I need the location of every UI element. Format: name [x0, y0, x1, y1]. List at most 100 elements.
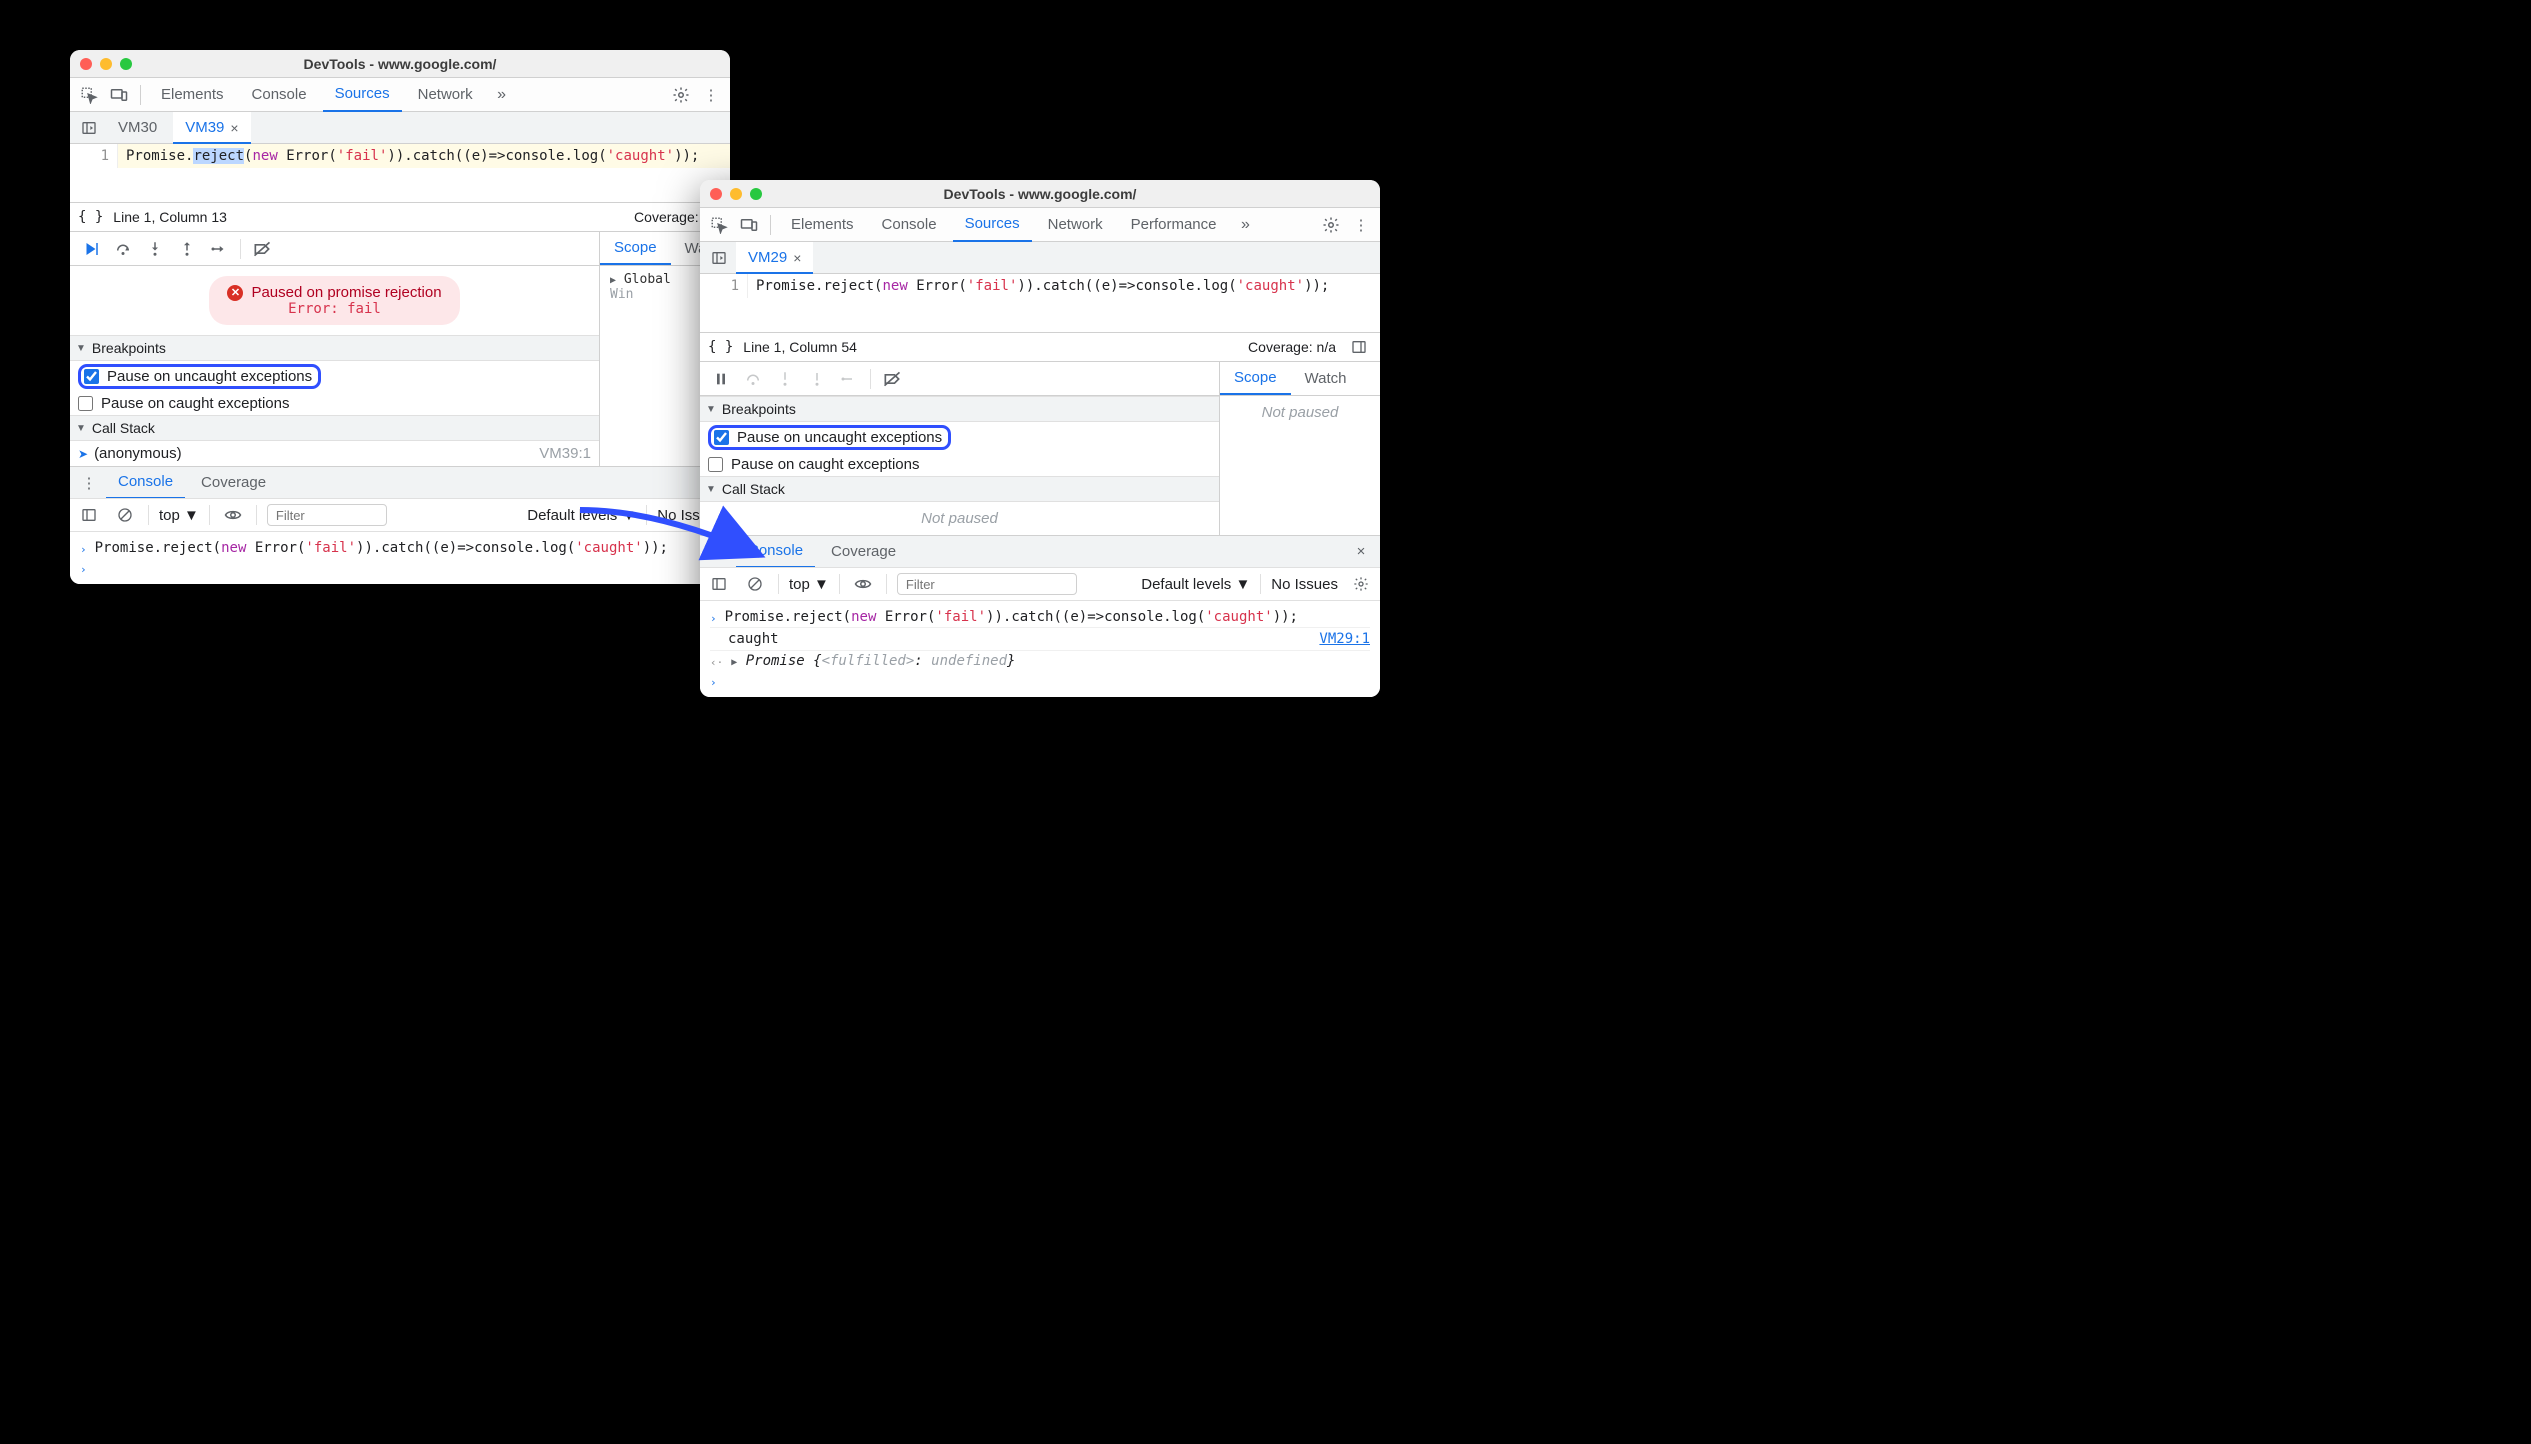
- sidebar-toggle-icon[interactable]: [706, 571, 732, 597]
- console-body[interactable]: › Promise.reject(new Error('fail')).catc…: [70, 532, 730, 584]
- tab-elements[interactable]: Elements: [779, 208, 866, 242]
- step-icon[interactable]: [204, 234, 234, 264]
- tab-scope[interactable]: Scope: [600, 232, 671, 265]
- step-into-icon: [770, 364, 800, 394]
- callstack-frame[interactable]: ➤(anonymous) VM39:1: [70, 441, 599, 466]
- drawer-tabs: ⋮ Console Coverage ×: [700, 535, 1380, 567]
- live-expression-icon[interactable]: [220, 502, 246, 528]
- tab-network[interactable]: Network: [406, 78, 485, 112]
- tab-watch[interactable]: Watch: [1291, 362, 1361, 395]
- close-icon[interactable]: ×: [793, 250, 801, 266]
- device-toolbar-icon[interactable]: [736, 212, 762, 238]
- console-return-value[interactable]: ▶ Promise {<fulfilled>: undefined}: [731, 653, 1015, 669]
- maximize-window-icon[interactable]: [750, 188, 762, 200]
- console-toolbar: top ▼ Default levels ▼ No Issues: [70, 498, 730, 532]
- close-window-icon[interactable]: [710, 188, 722, 200]
- tab-console[interactable]: Console: [240, 78, 319, 112]
- pause-caught-row[interactable]: Pause on caught exceptions: [70, 392, 599, 415]
- maximize-window-icon[interactable]: [120, 58, 132, 70]
- chevron-right-icon[interactable]: ▶: [731, 657, 737, 668]
- chevron-right-icon: ›: [80, 540, 87, 556]
- callstack-header[interactable]: ▼Call Stack: [70, 415, 599, 441]
- minimize-window-icon[interactable]: [730, 188, 742, 200]
- cursor-position: Line 1, Column 13: [113, 209, 227, 225]
- drawer-tab-coverage[interactable]: Coverage: [819, 536, 908, 568]
- pretty-print-icon[interactable]: { }: [78, 209, 103, 225]
- kebab-menu-icon[interactable]: ⋮: [1348, 212, 1374, 238]
- close-icon[interactable]: ×: [230, 120, 238, 136]
- file-tab-vm39[interactable]: VM39 ×: [173, 112, 250, 144]
- tab-performance[interactable]: Performance: [1119, 208, 1229, 242]
- tab-console[interactable]: Console: [870, 208, 949, 242]
- resume-icon[interactable]: [76, 234, 106, 264]
- pause-caught-checkbox[interactable]: [78, 396, 93, 411]
- kebab-menu-icon[interactable]: ⋮: [706, 539, 732, 565]
- drawer-tab-console[interactable]: Console: [106, 467, 185, 499]
- drawer-tab-console[interactable]: Console: [736, 536, 815, 568]
- toggle-sidebar-icon[interactable]: [1346, 334, 1372, 360]
- code-editor[interactable]: 1 Promise.reject(new Error('fail')).catc…: [700, 274, 1380, 298]
- scope-not-paused: Not paused: [1220, 396, 1380, 429]
- scope-global[interactable]: Global: [624, 272, 671, 287]
- log-levels[interactable]: Default levels ▼: [527, 507, 636, 524]
- tab-sources[interactable]: Sources: [953, 208, 1032, 242]
- issues-label[interactable]: No Issues: [1271, 576, 1338, 593]
- console-body[interactable]: › Promise.reject(new Error('fail')).catc…: [700, 601, 1380, 697]
- line-number: 1: [700, 278, 739, 294]
- filter-input[interactable]: [267, 504, 387, 526]
- step-into-icon[interactable]: [140, 234, 170, 264]
- inspect-element-icon[interactable]: [76, 82, 102, 108]
- pause-caught-checkbox[interactable]: [708, 457, 723, 472]
- settings-icon[interactable]: [1318, 212, 1344, 238]
- pause-caught-row[interactable]: Pause on caught exceptions: [700, 453, 1219, 476]
- sidebar-toggle-icon[interactable]: [76, 502, 102, 528]
- console-input-line: Promise.reject(new Error('fail')).catch(…: [95, 540, 668, 556]
- kebab-menu-icon[interactable]: ⋮: [698, 82, 724, 108]
- chevron-right-icon[interactable]: ▶: [610, 275, 616, 286]
- pause-icon[interactable]: [706, 364, 736, 394]
- breakpoints-header[interactable]: ▼Breakpoints: [70, 335, 599, 361]
- close-window-icon[interactable]: [80, 58, 92, 70]
- live-expression-icon[interactable]: [850, 571, 876, 597]
- kebab-menu-icon[interactable]: ⋮: [76, 470, 102, 496]
- more-tabs-icon[interactable]: »: [489, 82, 515, 108]
- code-editor[interactable]: 1 Promise.reject(new Error('fail')).catc…: [70, 144, 730, 168]
- pause-uncaught-row[interactable]: Pause on uncaught exceptions: [70, 361, 599, 392]
- clear-console-icon[interactable]: [742, 571, 768, 597]
- clear-console-icon[interactable]: [112, 502, 138, 528]
- drawer-tab-coverage[interactable]: Coverage: [189, 467, 278, 499]
- pause-uncaught-checkbox[interactable]: [714, 430, 729, 445]
- navigator-toggle-icon[interactable]: [76, 115, 102, 141]
- console-settings-icon[interactable]: [1348, 571, 1374, 597]
- settings-icon[interactable]: [668, 82, 694, 108]
- context-selector[interactable]: top ▼: [789, 576, 829, 593]
- file-tab-vm29[interactable]: VM29 ×: [736, 242, 813, 274]
- chevron-right-icon: ›: [80, 560, 87, 576]
- navigator-toggle-icon[interactable]: [706, 245, 732, 271]
- device-toolbar-icon[interactable]: [106, 82, 132, 108]
- step-out-icon: [802, 364, 832, 394]
- deactivate-breakpoints-icon[interactable]: [247, 234, 277, 264]
- breakpoints-header[interactable]: ▼Breakpoints: [700, 396, 1219, 422]
- step-out-icon[interactable]: [172, 234, 202, 264]
- file-tab-vm30[interactable]: VM30: [106, 112, 169, 144]
- tab-scope[interactable]: Scope: [1220, 362, 1291, 395]
- pretty-print-icon[interactable]: { }: [708, 339, 733, 355]
- console-source-link[interactable]: VM29:1: [1319, 631, 1370, 647]
- deactivate-breakpoints-icon[interactable]: [877, 364, 907, 394]
- pause-uncaught-row[interactable]: Pause on uncaught exceptions: [700, 422, 1219, 453]
- more-tabs-icon[interactable]: »: [1233, 212, 1259, 238]
- tab-network[interactable]: Network: [1036, 208, 1115, 242]
- close-icon[interactable]: ×: [1348, 539, 1374, 565]
- tab-elements[interactable]: Elements: [149, 78, 236, 112]
- filter-input[interactable]: [897, 573, 1077, 595]
- titlebar: DevTools - www.google.com/: [700, 180, 1380, 208]
- callstack-header[interactable]: ▼Call Stack: [700, 476, 1219, 502]
- tab-sources[interactable]: Sources: [323, 78, 402, 112]
- pause-uncaught-checkbox[interactable]: [84, 369, 99, 384]
- log-levels[interactable]: Default levels ▼: [1141, 576, 1250, 593]
- minimize-window-icon[interactable]: [100, 58, 112, 70]
- context-selector[interactable]: top ▼: [159, 507, 199, 524]
- inspect-element-icon[interactable]: [706, 212, 732, 238]
- step-over-icon[interactable]: [108, 234, 138, 264]
